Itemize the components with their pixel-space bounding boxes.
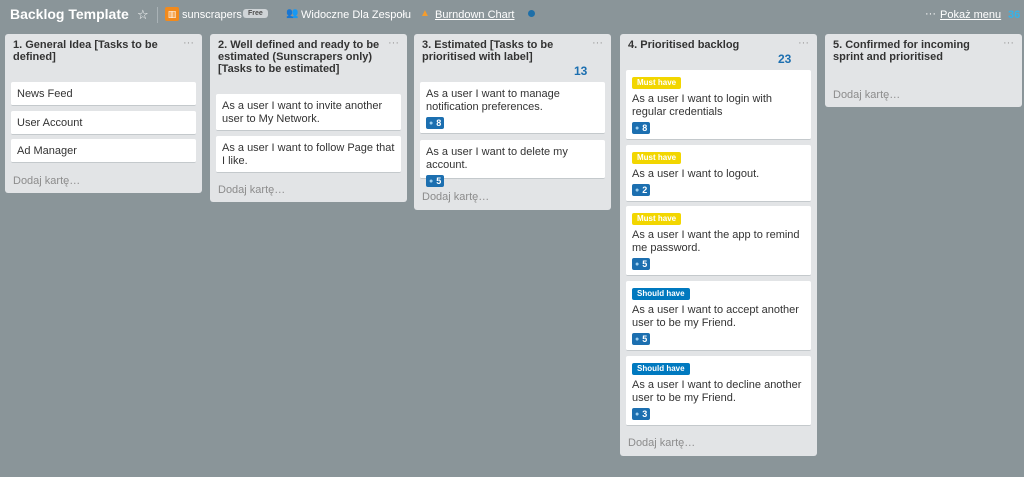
- points-badge: ● 3: [632, 408, 651, 420]
- board-title[interactable]: Backlog Template: [10, 6, 129, 22]
- card-text: As a user I want to login with regular c…: [632, 93, 773, 118]
- list-prioritised-backlog: 4. Prioritised backlog ··· 23 Must have …: [620, 34, 817, 456]
- label-should-have: Should have: [632, 363, 690, 375]
- card-text: As a user I want the app to remind me pa…: [632, 229, 800, 254]
- card[interactable]: User Account: [11, 111, 196, 135]
- points-icon: ●: [635, 260, 640, 268]
- points-icon: ●: [429, 119, 434, 127]
- card-text: As a user I want to invite another user …: [222, 100, 383, 125]
- card[interactable]: News Feed: [11, 82, 196, 106]
- points-icon: ●: [635, 410, 640, 418]
- card-text: As a user I want to delete my account.: [426, 146, 568, 171]
- card[interactable]: Ad Manager: [11, 139, 196, 163]
- burndown-icon: ▲: [420, 8, 430, 19]
- points-icon: ●: [635, 335, 640, 343]
- points-value: 5: [642, 258, 648, 269]
- points-value: 8: [642, 122, 648, 133]
- points-value: 8: [436, 117, 442, 128]
- points-badge: ● 8: [426, 117, 445, 129]
- add-card-link[interactable]: Dodaj kartę…: [833, 89, 900, 101]
- list-menu-icon[interactable]: ···: [798, 37, 809, 49]
- add-card-link[interactable]: Dodaj kartę…: [628, 437, 695, 449]
- points-value: 3: [642, 408, 648, 419]
- free-badge: Free: [243, 9, 268, 18]
- show-menu-link[interactable]: Pokaż menu: [940, 9, 1001, 21]
- list-well-defined: 2. Well defined and ready to be estimate…: [210, 34, 407, 202]
- card-text: As a user I want to decline another user…: [632, 379, 802, 404]
- header-divider: [157, 7, 158, 23]
- points-badge: ● 5: [632, 258, 651, 270]
- card[interactable]: As a user I want to follow Page that I l…: [216, 136, 401, 173]
- total-points: 36: [1008, 9, 1021, 21]
- list-points-count: 23: [778, 52, 792, 66]
- card-text: As a user I want to accept another user …: [632, 304, 799, 329]
- card[interactable]: Must have As a user I want to login with…: [626, 70, 811, 140]
- list-title[interactable]: 5. Confirmed for incoming sprint and pri…: [825, 34, 1022, 63]
- label-must-have: Must have: [632, 213, 682, 225]
- label-should-have: Should have: [632, 288, 690, 300]
- points-value: 5: [436, 175, 442, 186]
- team-icon: 👥: [286, 8, 299, 19]
- card[interactable]: As a user I want to invite another user …: [216, 94, 401, 131]
- list-title[interactable]: 2. Well defined and ready to be estimate…: [210, 34, 407, 75]
- list-menu-icon[interactable]: ···: [592, 37, 603, 49]
- list-title[interactable]: 1. General Idea [Tasks to be defined]: [5, 34, 202, 63]
- visibility-button[interactable]: Widoczne Dla Zespołu: [301, 9, 411, 21]
- burndown-link[interactable]: Burndown Chart: [435, 9, 515, 21]
- list-menu-icon[interactable]: ···: [388, 37, 399, 49]
- card-text: As a user I want to manage notification …: [426, 88, 560, 113]
- menu-dots-icon[interactable]: ···: [925, 8, 936, 20]
- points-badge: ● 5: [632, 333, 651, 345]
- add-card-link[interactable]: Dodaj kartę…: [218, 184, 285, 196]
- points-badge: ● 8: [632, 122, 651, 134]
- board-header: Backlog Template ☆ ▥ sunscrapers Free 👥 …: [0, 0, 1024, 30]
- card[interactable]: As a user I want to delete my account. ●…: [420, 140, 605, 187]
- power-up-icon[interactable]: [528, 10, 535, 17]
- points-badge: ● 5: [426, 175, 445, 187]
- label-must-have: Must have: [632, 152, 682, 164]
- card[interactable]: Should have As a user I want to decline …: [626, 356, 811, 426]
- org-logo-icon[interactable]: ▥: [165, 7, 179, 21]
- points-value: 2: [642, 184, 648, 195]
- points-value: 5: [642, 333, 648, 344]
- list-menu-icon[interactable]: ···: [1003, 37, 1014, 49]
- list-points-count: 13: [574, 64, 588, 78]
- label-must-have: Must have: [632, 77, 682, 89]
- card[interactable]: Should have As a user I want to accept a…: [626, 281, 811, 351]
- card-text: News Feed: [17, 88, 73, 100]
- card-text: User Account: [17, 117, 83, 129]
- card[interactable]: Must have As a user I want the app to re…: [626, 206, 811, 276]
- list-menu-icon[interactable]: ···: [183, 37, 194, 49]
- add-card-link[interactable]: Dodaj kartę…: [422, 191, 489, 203]
- points-badge: ● 2: [632, 184, 651, 196]
- points-icon: ●: [429, 177, 434, 185]
- list-estimated: 3. Estimated [Tasks to be prioritised wi…: [414, 34, 611, 210]
- points-icon: ●: [635, 124, 640, 132]
- add-card-link[interactable]: Dodaj kartę…: [13, 175, 80, 187]
- points-icon: ●: [635, 186, 640, 194]
- card-text: As a user I want to follow Page that I l…: [222, 142, 395, 167]
- list-general-idea: 1. General Idea [Tasks to be defined] ··…: [5, 34, 202, 193]
- list-title[interactable]: 3. Estimated [Tasks to be prioritised wi…: [414, 34, 611, 63]
- org-name[interactable]: sunscrapers: [182, 9, 242, 21]
- list-title[interactable]: 4. Prioritised backlog: [620, 34, 817, 51]
- card-text: As a user I want to logout.: [632, 168, 760, 180]
- card[interactable]: Must have As a user I want to logout. ● 2: [626, 145, 811, 202]
- list-confirmed-sprint: 5. Confirmed for incoming sprint and pri…: [825, 34, 1022, 107]
- card[interactable]: As a user I want to manage notification …: [420, 82, 605, 134]
- star-icon[interactable]: ☆: [137, 7, 149, 23]
- card-text: Ad Manager: [17, 145, 77, 157]
